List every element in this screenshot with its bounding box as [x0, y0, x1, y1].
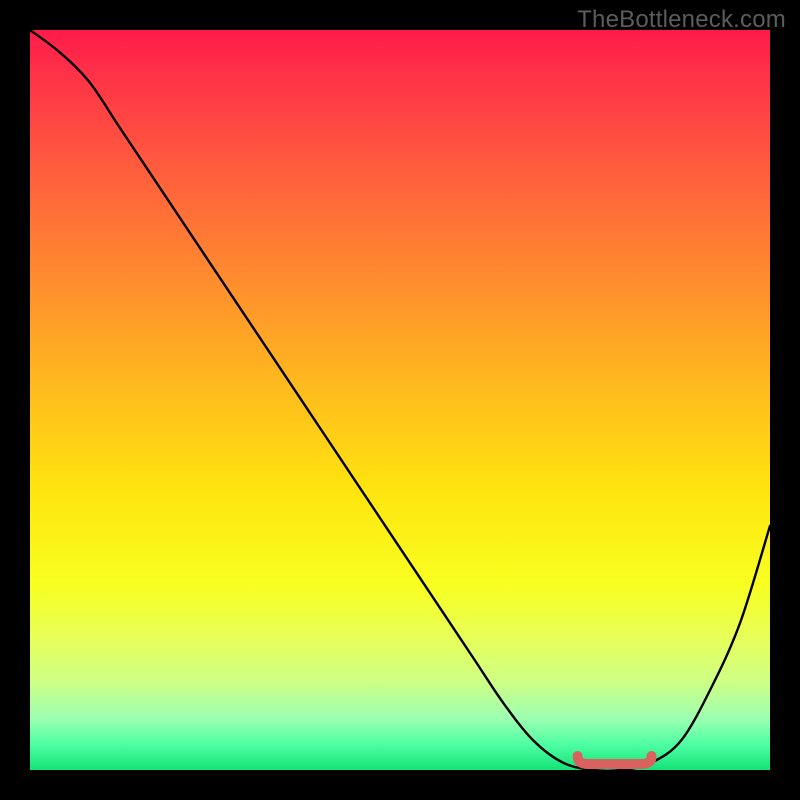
- bottleneck-curve: [30, 30, 770, 770]
- optimal-region-marker: [578, 756, 652, 764]
- watermark: TheBottleneck.com: [577, 6, 786, 34]
- curve-layer: [30, 30, 770, 770]
- plot-area: [30, 30, 770, 770]
- chart-frame: TheBottleneck.com: [0, 0, 800, 800]
